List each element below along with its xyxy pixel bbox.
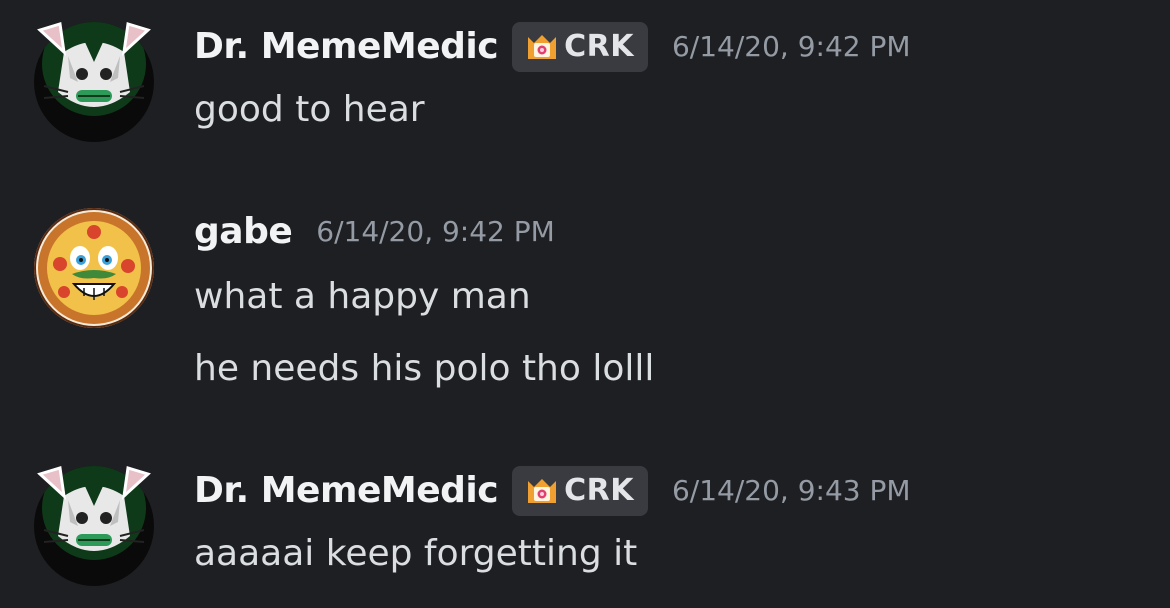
crown-badge-icon: [528, 35, 557, 59]
tag-label: CRK: [564, 29, 634, 64]
crown-badge-icon: [528, 479, 557, 503]
message-text: what a happy man: [194, 276, 531, 317]
server-tag[interactable]: CRK: [512, 466, 648, 516]
timestamp[interactable]: 6/14/20, 9:43 PM: [672, 473, 911, 509]
pizza-face-avatar-icon[interactable]: [34, 208, 154, 328]
username[interactable]: Dr. MemeMedic: [194, 469, 499, 513]
timestamp[interactable]: 6/14/20, 9:42 PM: [672, 29, 911, 65]
cat-avatar-icon[interactable]: [34, 466, 154, 586]
message-text: he needs his polo tho lolll: [194, 348, 655, 389]
timestamp[interactable]: 6/14/20, 9:42 PM: [316, 214, 555, 250]
message-text: good to hear: [194, 89, 425, 130]
username[interactable]: gabe: [194, 210, 293, 254]
tag-label: CRK: [564, 473, 634, 508]
username[interactable]: Dr. MemeMedic: [194, 25, 499, 69]
message-text: aaaaai keep forgetting it: [194, 533, 638, 574]
server-tag[interactable]: CRK: [512, 22, 648, 72]
cat-avatar-icon[interactable]: [34, 22, 154, 142]
